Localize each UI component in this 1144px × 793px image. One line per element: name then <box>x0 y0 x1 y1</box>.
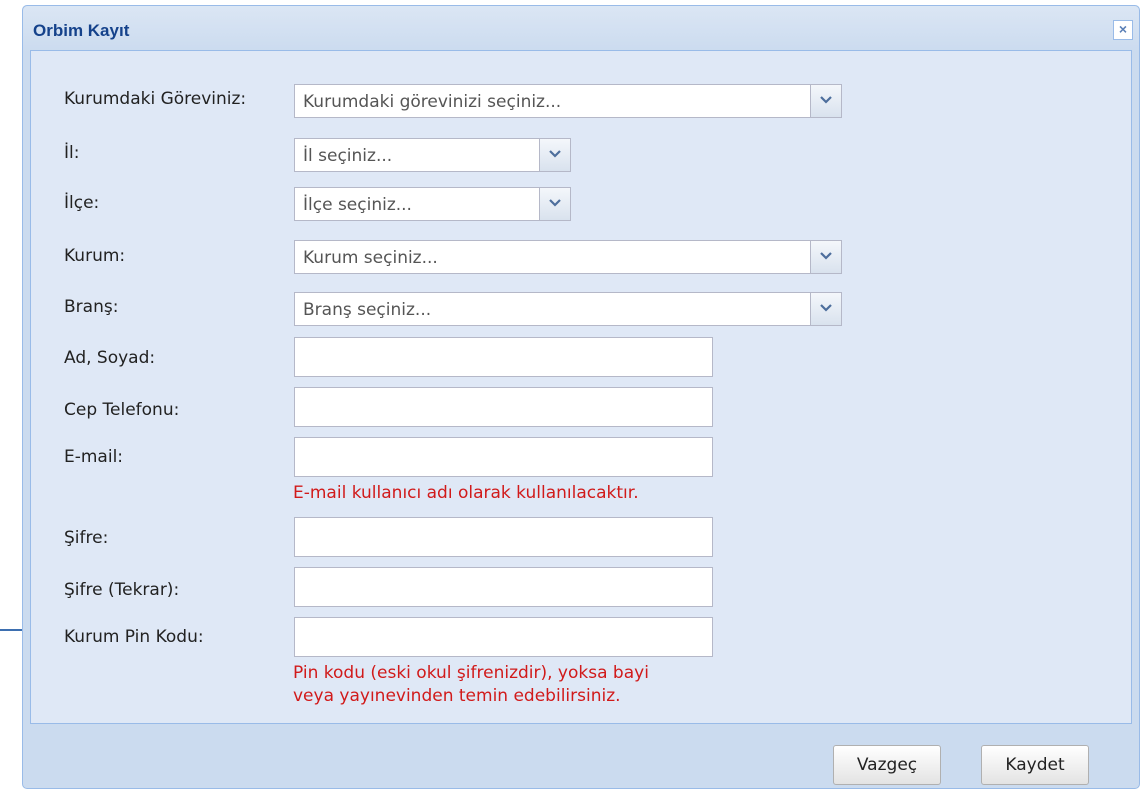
il-label: İl: <box>64 143 80 163</box>
email-hint: E-mail kullanıcı adı olarak kullanılacak… <box>293 483 639 503</box>
ilce-select-placeholder: İlçe seçiniz... <box>303 195 412 215</box>
pin-kodu-label: Kurum Pin Kodu: <box>64 627 204 647</box>
gorev-select-placeholder: Kurumdaki görevinizi seçiniz... <box>303 92 562 112</box>
brans-select-placeholder: Branş seçiniz... <box>303 300 432 320</box>
email-label: E-mail: <box>64 447 124 467</box>
close-icon: × <box>1118 21 1128 37</box>
pin-kodu-hint-line1: Pin kodu (eski okul şifrenizdir), yoksa … <box>293 663 649 683</box>
brans-label: Branş: <box>64 297 119 317</box>
chevron-down-icon <box>549 150 561 158</box>
kurum-select[interactable]: Kurum seçiniz... <box>294 240 842 274</box>
chevron-down-icon <box>549 199 561 207</box>
ilce-dropdown-trigger[interactable] <box>539 188 570 220</box>
save-button[interactable]: Kaydet <box>981 745 1089 785</box>
il-select[interactable]: İl seçiniz... <box>294 138 571 172</box>
kurum-select-placeholder: Kurum seçiniz... <box>303 248 438 268</box>
pin-kodu-hint: Pin kodu (eski okul şifrenizdir), yoksa … <box>293 662 649 708</box>
pin-kodu-hint-line2: veya yayınevinden temin edebilirsiniz. <box>293 686 621 706</box>
dialog-title: Orbim Kayıt <box>33 21 130 40</box>
close-button[interactable]: × <box>1113 20 1133 40</box>
sifre-input[interactable] <box>294 517 713 557</box>
form-panel: Kurumdaki Göreviniz: Kurumdaki göreviniz… <box>30 50 1132 724</box>
cep-telefonu-label: Cep Telefonu: <box>64 400 180 420</box>
il-dropdown-trigger[interactable] <box>539 139 570 171</box>
chevron-down-icon <box>820 304 832 312</box>
registration-dialog: Orbim Kayıt × Kurumdaki Göreviniz: Kurum… <box>22 5 1140 789</box>
cancel-button[interactable]: Vazgeç <box>833 745 941 785</box>
ad-soyad-label: Ad, Soyad: <box>64 348 156 368</box>
ilce-select[interactable]: İlçe seçiniz... <box>294 187 571 221</box>
il-select-placeholder: İl seçiniz... <box>303 146 393 166</box>
sifre-label: Şifre: <box>64 528 109 548</box>
brans-select[interactable]: Branş seçiniz... <box>294 292 842 326</box>
email-input[interactable] <box>294 437 713 477</box>
kurum-dropdown-trigger[interactable] <box>810 241 841 273</box>
brans-dropdown-trigger[interactable] <box>810 293 841 325</box>
gorev-select[interactable]: Kurumdaki görevinizi seçiniz... <box>294 84 842 118</box>
chevron-down-icon <box>820 252 832 260</box>
cep-telefonu-input[interactable] <box>294 387 713 427</box>
dialog-titlebar: Orbim Kayıt × <box>23 6 1139 52</box>
sifre-tekrar-label: Şifre (Tekrar): <box>64 580 180 600</box>
ad-soyad-input[interactable] <box>294 337 713 377</box>
sifre-tekrar-input[interactable] <box>294 567 713 607</box>
ilce-label: İlçe: <box>64 193 100 213</box>
kurum-label: Kurum: <box>64 246 126 266</box>
gorev-dropdown-trigger[interactable] <box>810 85 841 117</box>
gorev-label: Kurumdaki Göreviniz: <box>64 89 247 109</box>
chevron-down-icon <box>820 96 832 104</box>
pin-kodu-input[interactable] <box>294 617 713 657</box>
